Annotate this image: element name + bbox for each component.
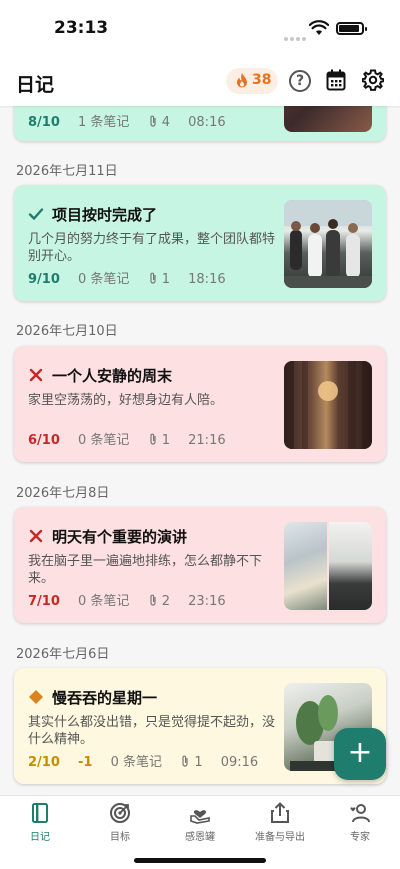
entry-meta: 2/10 -1 0 条笔记 1 09:16 [28, 751, 259, 770]
diary-entry-card[interactable]: 一个人安静的周末 家里空荡荡的，好想身边有人陪。 6/10 0 条笔记 1 21… [14, 346, 386, 462]
date-header: 2026年七月6日 [16, 647, 110, 662]
entry-photo [284, 200, 372, 288]
home-indicator [134, 858, 266, 863]
tab-label: 日记 [30, 832, 50, 843]
entry-body: 其实什么都没出错，只是觉得提不起劲，没什么精神。 [28, 715, 276, 747]
entry-time: 09:16 [220, 755, 259, 770]
settings-gear-icon[interactable] [362, 69, 384, 91]
cross-icon [29, 368, 43, 382]
entry-photo-pair [284, 522, 372, 610]
entry-body: 我在脑子里一遍遍地排练，怎么都静不下来。 [28, 554, 263, 586]
paperclip-icon [149, 272, 156, 284]
entry-notes-count: 0 条笔记 [78, 594, 130, 609]
signal-dots-icon [284, 26, 308, 41]
tab-gratitude-jar[interactable]: 感恩罐 [160, 802, 240, 846]
tab-label: 准备与导出 [255, 832, 305, 843]
diary-entry-card[interactable]: 慢吞吞的星期一 其实什么都没出错，只是觉得提不起劲，没什么精神。 2/10 -1… [14, 668, 386, 784]
tab-label: 目标 [110, 832, 130, 843]
share-export-icon [271, 802, 289, 823]
battery-icon [336, 22, 367, 35]
entry-title: 项目按时完成了 [52, 206, 158, 224]
entry-attachment-count: 1 [161, 433, 170, 448]
book-icon [32, 803, 48, 823]
flame-icon [237, 73, 247, 88]
cross-icon [29, 529, 43, 543]
page-title: 日记 [16, 74, 55, 96]
entry-notes-count: 0 条笔记 [110, 755, 163, 770]
date-header: 2026年七月10日 [16, 324, 118, 339]
entry-attachment-count: 2 [161, 594, 170, 609]
gratitude-jar-icon [190, 810, 210, 824]
diary-entry-card[interactable]: 8/10 1 条笔记 4 08:16 [14, 106, 386, 141]
entry-time: 18:16 [188, 272, 226, 287]
entry-time: 08:16 [188, 115, 226, 130]
streak-count: 38 [252, 72, 272, 88]
entry-photo [329, 522, 372, 610]
entry-attachment-count: 4 [161, 115, 170, 130]
entry-meta: 7/10 0 条笔记 2 23:16 [28, 590, 226, 609]
streak-badge[interactable]: 38 [226, 68, 278, 94]
paperclip-icon [149, 115, 156, 127]
tab-expert[interactable]: 专家 [320, 802, 400, 846]
entry-meta: 9/10 0 条笔记 1 18:16 [28, 268, 226, 287]
entry-time: 21:16 [188, 433, 226, 448]
tab-label: 感恩罐 [185, 832, 215, 843]
entry-notes-count: 0 条笔记 [78, 433, 130, 448]
entry-title: 一个人安静的周末 [52, 367, 173, 385]
entry-score: 8/10 [28, 115, 60, 130]
entry-meta: 6/10 0 条笔记 1 21:16 [28, 429, 226, 448]
entry-score: 7/10 [28, 594, 60, 609]
add-entry-button[interactable]: + [334, 728, 386, 780]
tab-diary[interactable]: 日记 [0, 802, 80, 846]
date-header: 2026年七月8日 [16, 486, 110, 501]
entry-notes-count: 0 条笔记 [78, 272, 130, 287]
tab-goals[interactable]: 目标 [80, 802, 160, 846]
diary-entry-card[interactable]: 项目按时完成了 几个月的努力终于有了成果，整个团队都特别开心。 9/10 0 条… [14, 185, 386, 301]
app-header: 日记 38 ? [0, 58, 400, 106]
wifi-icon [309, 20, 329, 35]
diary-entry-card[interactable]: 明天有个重要的演讲 我在脑子里一遍遍地排练，怎么都静不下来。 7/10 0 条笔… [14, 507, 386, 623]
check-icon [28, 208, 44, 220]
entry-attachment-count: 1 [194, 755, 203, 770]
entry-score: 2/10 [28, 755, 60, 770]
target-icon [110, 803, 130, 823]
entry-notes-count: 1 条笔记 [78, 115, 130, 130]
entry-score-delta: -1 [78, 755, 93, 770]
entry-body: 几个月的努力终于有了成果，整个团队都特别开心。 [28, 232, 276, 264]
entry-title: 明天有个重要的演讲 [52, 528, 188, 546]
status-time: 23:13 [54, 18, 109, 38]
paperclip-icon [149, 594, 156, 606]
entry-body: 家里空荡荡的，好想身边有人陪。 [28, 393, 224, 408]
entry-attachment-count: 1 [161, 272, 170, 287]
tab-prepare-export[interactable]: 准备与导出 [240, 802, 320, 846]
help-icon[interactable]: ? [289, 70, 311, 92]
entry-score: 9/10 [28, 272, 60, 287]
entry-photo [284, 522, 327, 610]
entry-photo [284, 361, 372, 449]
diary-feed[interactable]: 8/10 1 条笔记 4 08:16 2026年七月11日 项目按时完成了 几个… [0, 106, 400, 795]
expert-icon [350, 804, 370, 823]
paperclip-icon [182, 755, 188, 767]
diamond-icon [29, 690, 43, 704]
entry-title: 慢吞吞的星期一 [52, 689, 158, 707]
paperclip-icon [149, 433, 156, 445]
entry-meta: 8/10 1 条笔记 4 08:16 [28, 111, 226, 130]
tab-label: 专家 [350, 832, 370, 843]
status-bar: 23:13 [0, 0, 400, 58]
date-header: 2026年七月11日 [16, 164, 118, 179]
calendar-icon[interactable] [326, 69, 346, 91]
entry-score: 6/10 [28, 433, 60, 448]
entry-time: 23:16 [188, 594, 226, 609]
entry-photo [284, 106, 372, 132]
